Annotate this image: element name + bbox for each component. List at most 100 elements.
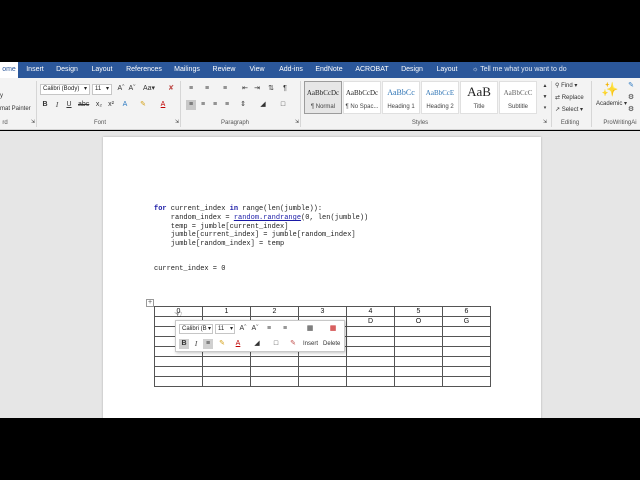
table-cell[interactable]: 6 — [442, 306, 491, 317]
table-cell[interactable] — [346, 356, 395, 367]
table-move-handle-icon[interactable]: + — [146, 299, 154, 307]
table-cell[interactable]: 2 — [250, 306, 299, 317]
borders-icon[interactable]: □ — [271, 339, 281, 349]
pen-icon[interactable]: ✎ — [626, 81, 636, 91]
italic-icon[interactable]: I — [52, 100, 62, 110]
find-button[interactable]: ⚲ Find ▾ — [555, 82, 577, 90]
grow-font-icon[interactable]: Aˆ — [238, 324, 248, 334]
style-title[interactable]: AaB Title — [460, 81, 498, 114]
table-cell[interactable] — [346, 366, 395, 377]
style-heading-2[interactable]: AaBbCcE Heading 2 — [421, 81, 459, 114]
tab-review[interactable]: Review — [208, 62, 240, 78]
tab-design[interactable]: Design — [52, 62, 82, 78]
bullets-icon[interactable]: ≡ — [186, 84, 196, 94]
bold-icon[interactable]: B — [179, 339, 189, 349]
insert-button[interactable]: Insert — [303, 341, 318, 347]
style-subtitle[interactable]: AaBbCcC Subtitle — [499, 81, 537, 114]
table-cell[interactable] — [346, 346, 395, 357]
style-no-spacing[interactable]: AaBbCcDc ¶ No Spac... — [343, 81, 381, 114]
italic-icon[interactable]: I — [191, 339, 201, 349]
decrease-indent-icon[interactable]: ⇤ — [240, 84, 250, 94]
dialog-launcher-icon[interactable]: ⇲ — [540, 117, 550, 127]
tab-home[interactable]: ome — [0, 62, 18, 78]
tab-table-layout[interactable]: Layout — [432, 62, 462, 78]
table-cell[interactable] — [394, 336, 443, 347]
table-cell[interactable] — [394, 356, 443, 367]
table-cell[interactable] — [250, 356, 299, 367]
document-page[interactable]: for current_index in range(len(jumble)):… — [103, 137, 541, 422]
table-cell[interactable] — [346, 336, 395, 347]
table-cell[interactable]: 1 — [202, 306, 251, 317]
table-cell[interactable] — [298, 356, 347, 367]
tab-references[interactable]: References — [122, 62, 166, 78]
strikethrough-icon[interactable]: abc — [78, 100, 89, 110]
align-right-icon[interactable]: ≡ — [210, 100, 220, 110]
tab-table-design[interactable]: Design — [397, 62, 427, 78]
grow-font-icon[interactable]: Aˆ — [116, 84, 126, 94]
multilevel-list-icon[interactable]: ≡ — [220, 84, 230, 94]
insert-table-icon[interactable]: ▦ — [303, 324, 317, 334]
table-cell[interactable]: 4 — [346, 306, 395, 317]
borders-icon[interactable]: □ — [278, 100, 288, 110]
align-center-icon[interactable]: ≡ — [203, 339, 213, 349]
tab-insert[interactable]: Insert — [22, 62, 48, 78]
align-left-icon[interactable]: ≡ — [186, 100, 196, 110]
text-effects-icon[interactable]: A — [120, 100, 130, 110]
table-cell[interactable] — [442, 366, 491, 377]
tab-endnote[interactable]: EndNote — [312, 62, 346, 78]
justify-icon[interactable]: ≡ — [222, 100, 232, 110]
table-cell[interactable]: D — [346, 316, 395, 327]
increase-indent-icon[interactable]: ⇥ — [252, 84, 262, 94]
table-cell[interactable] — [154, 366, 203, 377]
underline-icon[interactable]: U — [64, 100, 74, 110]
more-styles-icon[interactable]: ▾ — [540, 103, 550, 113]
table-cell[interactable]: O — [394, 316, 443, 327]
table-cell[interactable] — [250, 366, 299, 377]
table-cell[interactable] — [298, 376, 347, 387]
superscript-icon[interactable]: x² — [106, 100, 116, 110]
delete-table-icon[interactable]: ▦ — [326, 324, 340, 334]
bullets-icon[interactable]: ≡ — [264, 324, 274, 334]
highlight-color-icon[interactable]: ✎ — [138, 100, 148, 110]
clear-formatting-icon[interactable]: ✘ — [166, 84, 176, 94]
numbering-icon[interactable]: ≡ — [202, 84, 212, 94]
shrink-font-icon[interactable]: Aˇ — [250, 324, 260, 334]
table-cell[interactable] — [394, 376, 443, 387]
tell-me-search[interactable]: ☼ Tell me what you want to do — [472, 62, 567, 78]
table-cell[interactable] — [346, 326, 395, 337]
style-heading-1[interactable]: AaBbCc Heading 1 — [382, 81, 420, 114]
format-painter-icon[interactable]: ✎ — [288, 339, 298, 349]
table-cell[interactable]: 3 — [298, 306, 347, 317]
font-color-icon[interactable]: A — [233, 339, 243, 349]
table-cell[interactable] — [442, 336, 491, 347]
tab-layout[interactable]: Layout — [87, 62, 117, 78]
gear-icon[interactable]: ⚙ — [626, 93, 636, 103]
shading-icon[interactable]: ◢ — [258, 100, 268, 110]
line-spacing-icon[interactable]: ⇕ — [238, 100, 248, 110]
numbering-icon[interactable]: ≡ — [280, 324, 290, 334]
sort-icon[interactable]: ⇅ — [266, 84, 276, 94]
table-cell[interactable] — [154, 376, 203, 387]
font-color-icon[interactable]: A — [158, 100, 168, 110]
table-cell[interactable] — [442, 346, 491, 357]
table-cell[interactable] — [442, 326, 491, 337]
select-button[interactable]: ↗ Select ▾ — [555, 106, 583, 114]
align-center-icon[interactable]: ≡ — [198, 100, 208, 110]
mini-font-select[interactable]: Calibri (B ▾ — [179, 324, 213, 334]
table-cell[interactable] — [250, 376, 299, 387]
table-cell[interactable] — [298, 366, 347, 377]
tab-add-ins[interactable]: Add-ins — [274, 62, 308, 78]
change-case-icon[interactable]: Aa▾ — [142, 84, 156, 94]
shrink-font-icon[interactable]: Aˇ — [127, 84, 137, 94]
table-cell[interactable]: G — [442, 316, 491, 327]
mini-size-select[interactable]: 11 ▾ — [215, 324, 235, 334]
shading-icon[interactable]: ◢ — [252, 339, 262, 349]
table-cell[interactable] — [202, 376, 251, 387]
font-size-select[interactable]: 11 ▾ — [92, 84, 112, 95]
scroll-up-icon[interactable]: ▲ — [540, 81, 550, 91]
table-cell[interactable] — [346, 376, 395, 387]
academic-button[interactable]: Academic ▾ — [596, 100, 627, 108]
tab-acrobat[interactable]: ACROBAT — [352, 62, 392, 78]
pilcrow-icon[interactable]: ¶ — [280, 84, 290, 94]
table-cell[interactable] — [154, 356, 203, 367]
